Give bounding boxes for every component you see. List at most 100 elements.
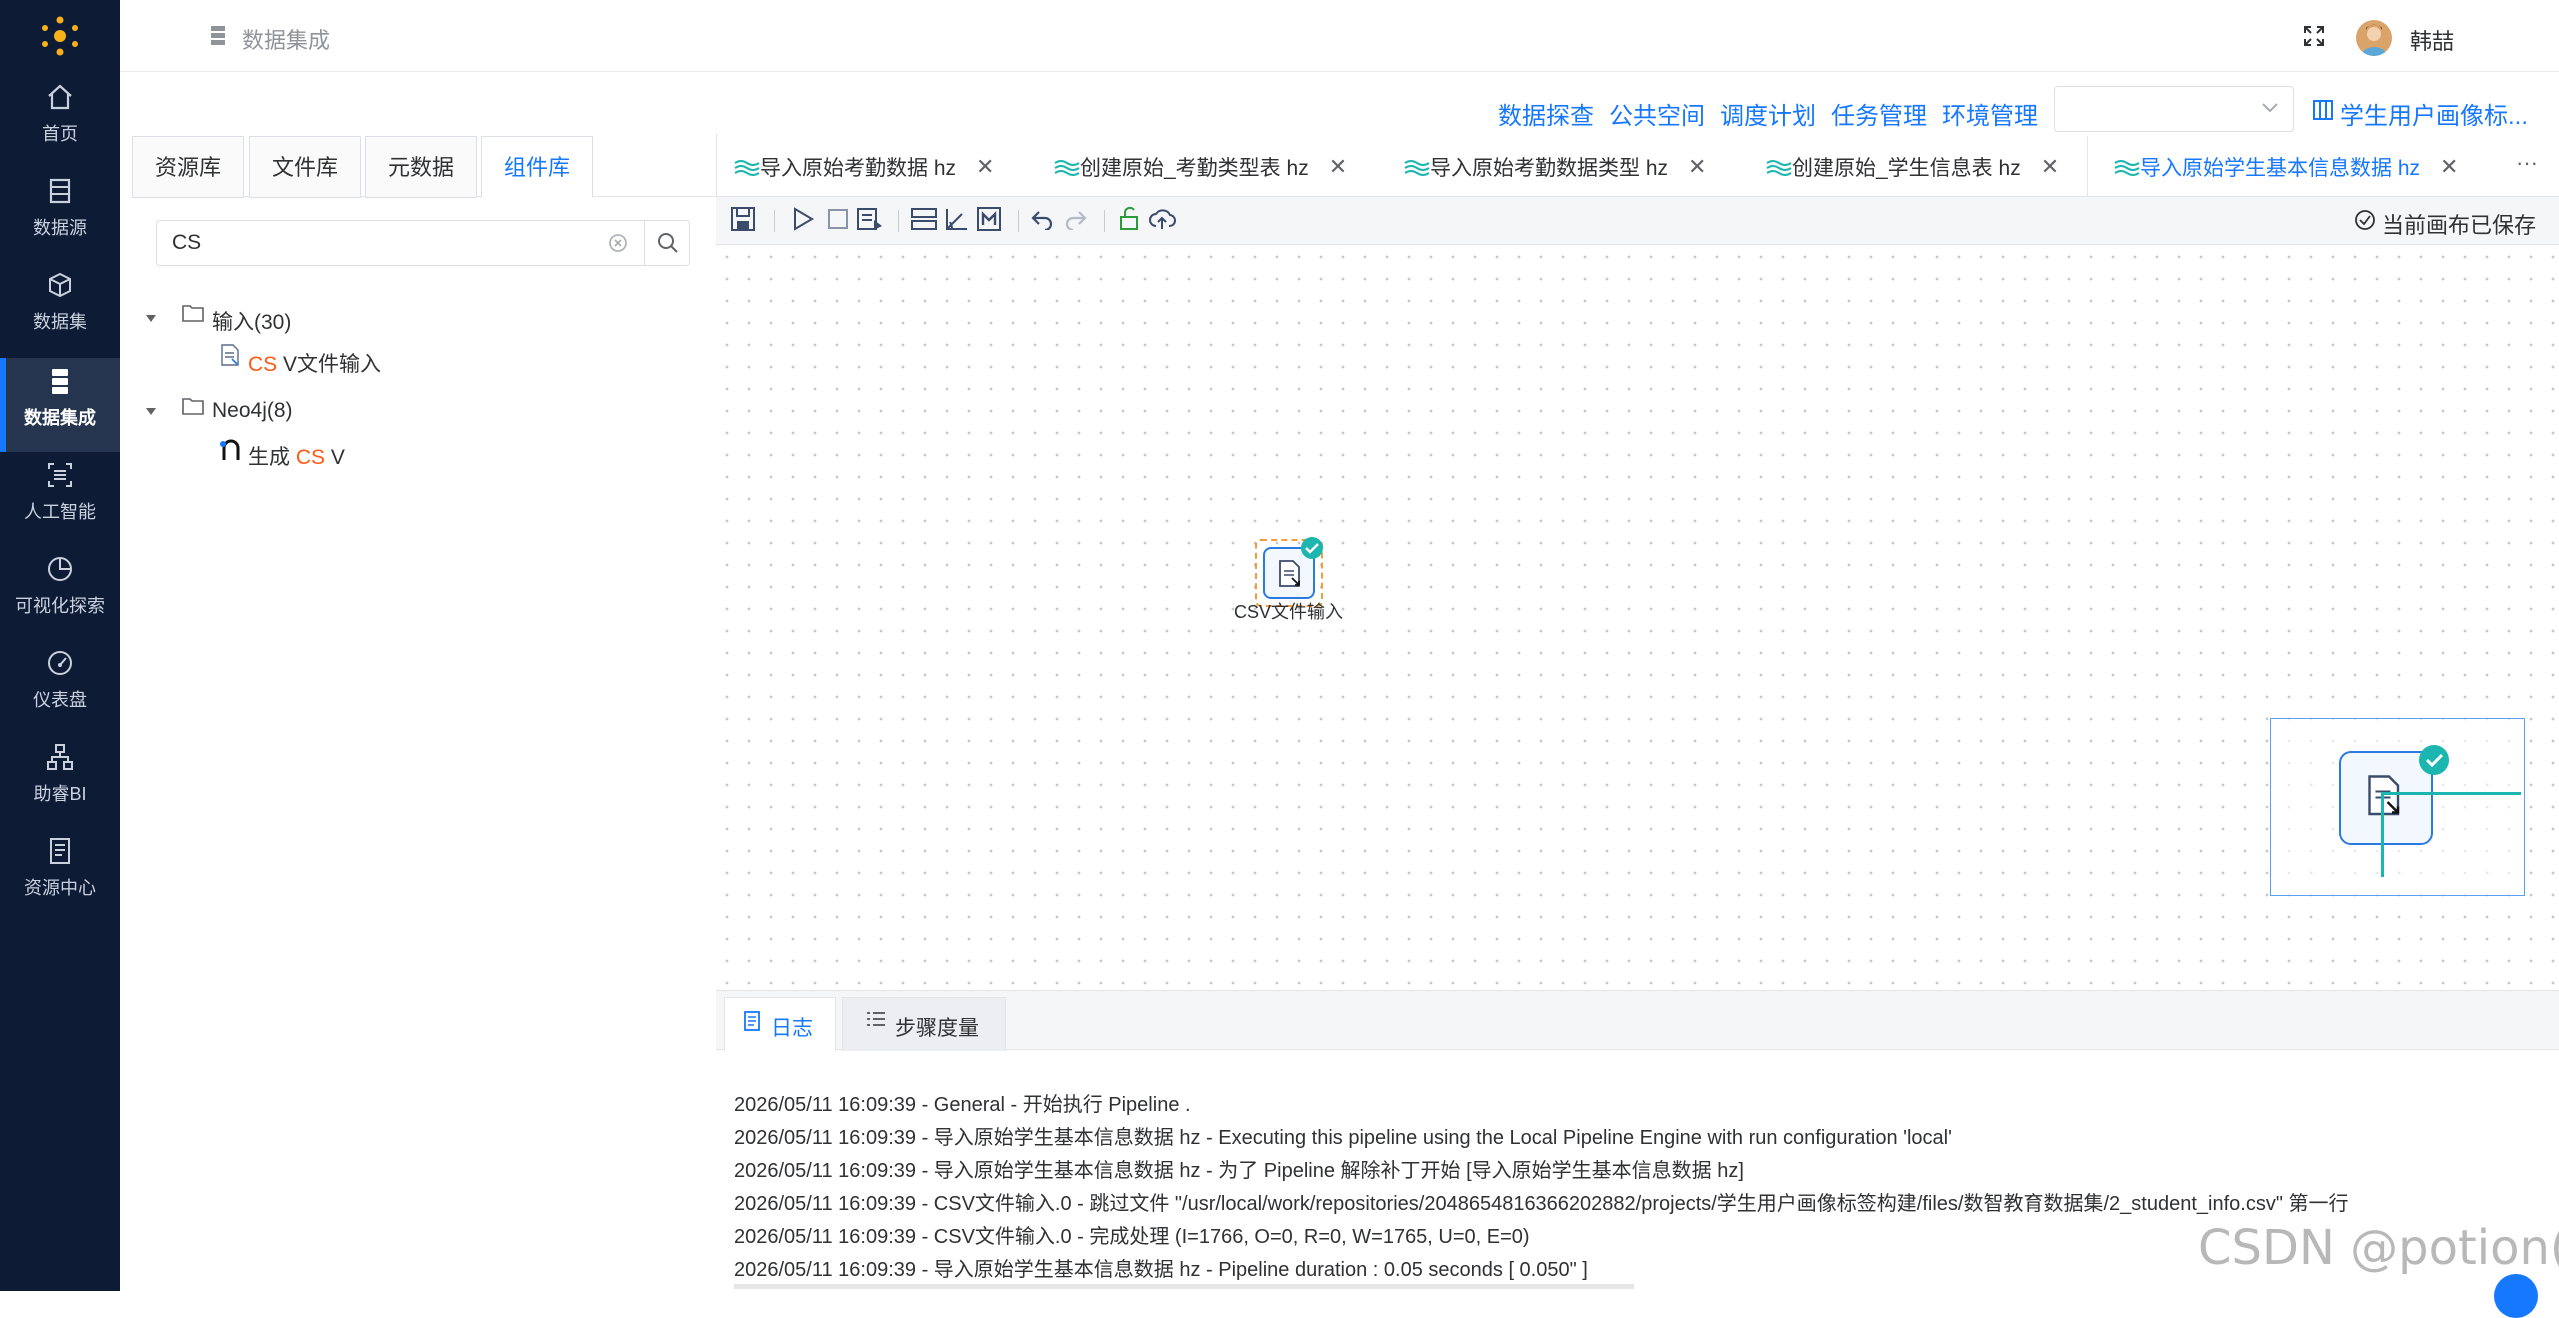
tree-item-text: V文件输入 [283, 353, 382, 376]
saved-check-icon [2354, 209, 2376, 231]
minimap[interactable] [2270, 718, 2525, 896]
pipeline-icon [2114, 160, 2140, 176]
minimap-check-icon [2419, 745, 2449, 775]
run-icon[interactable] [790, 206, 816, 232]
project-select[interactable] [2054, 86, 2294, 132]
close-icon[interactable]: ✕ [976, 154, 994, 180]
project-link[interactable]: 学生用户画像标... [2340, 96, 2528, 131]
nav-home-label: 首页 [42, 124, 78, 144]
clear-icon[interactable] [608, 233, 628, 253]
tree-group-input[interactable]: 输入(30) [212, 306, 291, 336]
log-line: 2026/05/11 16:09:39 - 导入原始学生基本信息数据 hz - … [734, 1160, 1744, 1182]
tab-resource-library[interactable]: 资源库 [132, 136, 245, 198]
metrics-icon[interactable] [944, 206, 970, 232]
ai-scan-icon [45, 460, 75, 490]
close-icon[interactable]: ✕ [2041, 154, 2059, 180]
nav-resource-center[interactable]: 资源中心 [0, 836, 120, 930]
search-input[interactable] [160, 224, 600, 262]
toolbar-divider [774, 210, 775, 232]
tab-file-library[interactable]: 文件库 [249, 136, 362, 198]
nav-dataset-label: 数据集 [33, 312, 87, 332]
link-data-explore[interactable]: 数据探查 [1498, 96, 1594, 131]
search-icon [658, 233, 678, 253]
user-name[interactable]: 韩喆 [2410, 24, 2454, 56]
link-task-manage[interactable]: 任务管理 [1831, 96, 1927, 131]
redo-icon[interactable] [1064, 208, 1088, 230]
integration-server-icon [45, 366, 75, 396]
tab-metadata[interactable]: 元数据 [365, 136, 478, 198]
caret-down-icon[interactable] [145, 407, 157, 417]
app-logo[interactable] [38, 14, 82, 58]
nav-datasource-label: 数据源 [33, 218, 87, 238]
close-icon[interactable]: ✕ [2440, 154, 2458, 180]
chevron-down-icon [2261, 101, 2279, 115]
tab-log-label: 日志 [771, 1017, 813, 1040]
gauge-icon [45, 648, 75, 678]
toolbar-divider [1104, 210, 1105, 232]
neo4j-icon [218, 438, 244, 464]
csv-file-icon [1279, 560, 1300, 587]
csv-input-node[interactable] [1255, 537, 1323, 607]
tree-item-generate-csv[interactable]: 生成 CS V [248, 441, 345, 471]
nav-ai-label: 人工智能 [24, 502, 96, 522]
pipeline-icon [1766, 160, 1792, 176]
nav-data-integration[interactable]: 数据集成 [0, 358, 120, 452]
nav-dataset[interactable]: 数据集 [0, 270, 120, 364]
home-icon [45, 82, 75, 112]
lock-icon[interactable] [1118, 206, 1140, 232]
more-tabs-button[interactable]: ··· [2516, 150, 2538, 176]
toolbar-divider [1018, 210, 1019, 232]
editor-tab-4[interactable]: 创建原始_学生信息表 hz ✕ [1766, 138, 2059, 196]
log-line: 2026/05/11 16:09:39 - 导入原始学生基本信息数据 hz - … [734, 1127, 1952, 1149]
minimap-crosshair-h [2381, 792, 2521, 795]
caret-down-icon[interactable] [145, 314, 157, 324]
preview-icon[interactable] [856, 206, 884, 232]
dataset-cube-icon [45, 270, 75, 300]
editor-tab-5[interactable]: 导入原始学生基本信息数据 hz ✕ [2114, 138, 2458, 196]
link-env-manage[interactable]: 环境管理 [1942, 96, 2038, 131]
undo-icon[interactable] [1030, 208, 1054, 230]
tree-group-neo4j[interactable]: Neo4j(8) [212, 399, 293, 423]
log-icon [744, 1011, 760, 1031]
upload-cloud-icon[interactable] [1148, 206, 1176, 232]
top-header [120, 0, 2559, 72]
link-schedule-plan[interactable]: 调度计划 [1720, 96, 1816, 131]
link-public-space[interactable]: 公共空间 [1609, 96, 1705, 131]
search-button[interactable] [644, 220, 690, 266]
save-icon[interactable] [730, 206, 756, 232]
editor-tab-label: 导入原始学生基本信息数据 hz [2140, 157, 2421, 180]
avatar[interactable] [2356, 20, 2392, 56]
editor-tab-label: 导入原始考勤数据类型 hz [1430, 157, 1669, 180]
nav-visual-explore[interactable]: 可视化探索 [0, 554, 120, 648]
nav-datasource[interactable]: 数据源 [0, 176, 120, 270]
log-line: 2026/05/11 16:09:39 - CSV文件输入.0 - 完成处理 (… [734, 1226, 1530, 1248]
tree-item-csv-input[interactable]: CS V文件输入 [248, 348, 381, 378]
floating-help-button[interactable] [2494, 1274, 2538, 1318]
tree-item-text: V [330, 446, 345, 469]
editor-tab-3[interactable]: 导入原始考勤数据类型 hz ✕ [1404, 138, 1706, 196]
node-label: CSV文件输入 [1234, 602, 1344, 622]
impact-icon[interactable] [976, 206, 1002, 232]
close-icon[interactable]: ✕ [1688, 154, 1706, 180]
editor-tab-label: 创建原始_考勤类型表 hz [1080, 157, 1309, 180]
nav-dashboard[interactable]: 仪表盘 [0, 648, 120, 742]
nav-home[interactable]: 首页 [0, 82, 120, 176]
pipeline-icon [1404, 160, 1430, 176]
fullscreen-icon[interactable] [2302, 24, 2326, 48]
tab-component-library[interactable]: 组件库 [481, 136, 594, 198]
document-icon [45, 836, 75, 866]
tab-step-metrics[interactable]: 步骤度量 [842, 997, 1006, 1051]
tab-log[interactable]: 日志 [724, 997, 836, 1051]
close-icon[interactable]: ✕ [1329, 154, 1347, 180]
align-icon[interactable] [910, 206, 938, 232]
editor-tab-label: 创建原始_学生信息表 hz [1792, 157, 2021, 180]
log-line: 2026/05/11 16:09:39 - CSV文件输入.0 - 跳过文件 "… [734, 1193, 2349, 1215]
tree-item-text: 生成 [248, 446, 290, 469]
stop-icon[interactable] [826, 206, 850, 232]
editor-tab-1[interactable]: 导入原始考勤数据 hz ✕ [734, 138, 994, 196]
nav-ai[interactable]: 人工智能 [0, 460, 120, 554]
editor-tab-2[interactable]: 创建原始_考勤类型表 hz ✕ [1054, 138, 1347, 196]
nav-bi[interactable]: 助睿BI [0, 742, 120, 836]
nav-bi-label: 助睿BI [33, 784, 87, 804]
sidebar: 首页 数据源 数据集 数据集成 人工智能 可视化探索 仪表盘 助睿BI 资源中心 [0, 0, 120, 1291]
